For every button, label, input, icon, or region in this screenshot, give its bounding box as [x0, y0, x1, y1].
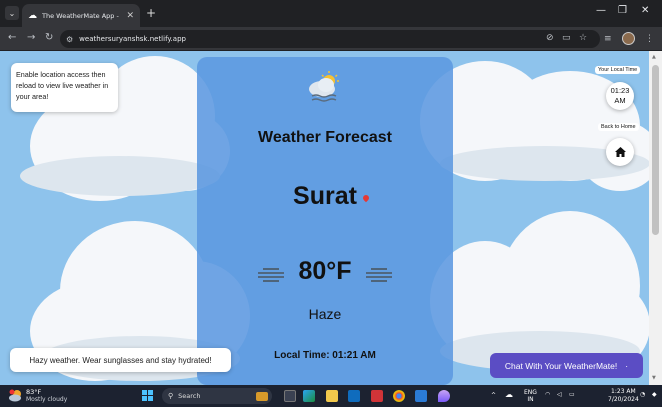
weather-favicon-icon: ☁	[28, 10, 37, 21]
chrome-icon[interactable]	[393, 390, 405, 402]
haze-weather-icon	[309, 71, 339, 102]
region-code: IN	[527, 396, 534, 403]
minimize-icon[interactable]: —	[596, 5, 606, 16]
close-window-icon[interactable]: ✕	[641, 5, 649, 16]
browser-tab[interactable]: ☁ The WeatherMate App - Real-Ti ✕	[22, 4, 140, 27]
chat-dots-icon: ·	[625, 360, 629, 371]
language-code: ENG	[524, 389, 537, 396]
back-to-home-label: Back to Home	[598, 123, 639, 131]
profile-avatar[interactable]	[622, 32, 635, 45]
reading-list-icon[interactable]: ≡	[604, 34, 612, 44]
copilot-tray-icon[interactable]: ◆	[652, 391, 657, 398]
scroll-down-icon[interactable]: ▼	[652, 375, 656, 381]
forward-icon[interactable]: →	[27, 32, 35, 43]
close-tab-icon[interactable]: ✕	[126, 11, 134, 21]
scroll-thumb[interactable]	[652, 65, 659, 235]
cast-icon[interactable]: ▭	[562, 33, 571, 43]
reload-icon[interactable]: ↻	[45, 32, 53, 43]
taskbar-weather-condition: Mostly cloudy	[26, 396, 68, 403]
language-indicator[interactable]: ENG IN	[524, 389, 537, 403]
forecast-panel: Weather Forecast Surat 80°F Haze Local T…	[197, 57, 453, 385]
location-notice: Enable location access then reload to vi…	[11, 63, 118, 112]
onedrive-icon[interactable]: ☁	[505, 391, 513, 399]
bookmark-star-icon[interactable]: ☆	[579, 33, 587, 43]
chat-weathermate-button[interactable]: Chat With Your WeatherMate! ·	[490, 353, 643, 378]
local-clock: 01:23 AM	[606, 82, 634, 110]
address-bar[interactable]: ⚙ weathersuryanshsk.netlify.app ⊘ ▭ ☆	[60, 30, 600, 48]
windows-taskbar: 83°F Mostly cloudy ⚲ Search ^ ☁ ENG IN ◠…	[0, 385, 662, 407]
page-scrollbar[interactable]: ▲ ▼	[649, 51, 662, 385]
weather-page: Weather Forecast Surat 80°F Haze Local T…	[0, 51, 649, 385]
mail-icon[interactable]	[348, 390, 360, 402]
url-text: weathersuryanshsk.netlify.app	[79, 35, 186, 43]
browser-menu-icon[interactable]: ⋮	[645, 34, 654, 44]
local-clock-time: 01:23	[610, 86, 630, 95]
taskbar-date: 7/20/2024	[608, 396, 639, 403]
weather-tip: Hazy weather. Wear sunglasses and stay h…	[10, 348, 231, 372]
copilot-icon[interactable]	[438, 390, 450, 402]
home-button[interactable]	[606, 138, 634, 166]
search-placeholder: Search	[178, 392, 201, 400]
maximize-icon[interactable]: ❐	[618, 5, 627, 16]
search-icon: ⚲	[168, 392, 174, 400]
browser-toolbar: ← → ↻ ⚙ weathersuryanshsk.netlify.app ⊘ …	[0, 27, 662, 51]
home-icon	[614, 147, 626, 157]
haze-lines-right-icon	[366, 268, 392, 282]
office-icon[interactable]	[371, 390, 383, 402]
tab-search-icon[interactable]: ⌄	[5, 6, 19, 20]
edge-icon[interactable]	[303, 390, 315, 402]
wifi-icon[interactable]: ◠	[545, 391, 550, 398]
task-view-icon[interactable]	[284, 390, 296, 402]
file-explorer-icon[interactable]	[326, 390, 338, 402]
browser-tab-bar: ⌄ ☁ The WeatherMate App - Real-Ti ✕ + — …	[0, 0, 662, 27]
tab-title: The WeatherMate App - Real-Ti	[42, 11, 121, 20]
taskbar-time: 1:23 AM	[611, 388, 636, 395]
back-icon[interactable]: ←	[8, 32, 16, 43]
screen: ⌄ ☁ The WeatherMate App - Real-Ti ✕ + — …	[0, 0, 662, 407]
tracking-icon[interactable]: ⊘	[546, 33, 554, 43]
taskbar-clock[interactable]: 1:23 AM 7/20/2024	[608, 388, 639, 404]
weather-widget-icon[interactable]	[9, 389, 23, 402]
chat-button-label: Chat With Your WeatherMate!	[504, 360, 618, 371]
scroll-up-icon[interactable]: ▲	[652, 54, 656, 60]
page-title: Weather Forecast	[258, 129, 392, 146]
taskbar-temperature: 83°F	[26, 388, 42, 396]
new-tab-icon[interactable]: +	[146, 6, 156, 20]
windows-start-icon[interactable]	[142, 390, 153, 401]
temperature: 80°F	[298, 257, 352, 285]
city-local-time: Local Time: 01:21 AM	[274, 350, 376, 361]
search-highlight-icon	[256, 391, 268, 401]
volume-icon[interactable]: ◁	[557, 391, 562, 398]
weather-condition: Haze	[308, 306, 342, 322]
taskbar-search[interactable]: ⚲ Search	[162, 388, 272, 404]
show-hidden-icons[interactable]: ^	[491, 392, 496, 399]
your-local-time-label: Your Local Time	[595, 66, 641, 74]
site-info-icon[interactable]: ⚙	[66, 35, 73, 44]
battery-icon[interactable]: ▭	[569, 391, 575, 398]
vscode-icon[interactable]	[415, 390, 427, 402]
notification-bell-icon[interactable]: ◔	[640, 391, 645, 398]
city-name: Surat	[293, 182, 357, 210]
local-clock-ampm: AM	[614, 96, 626, 105]
